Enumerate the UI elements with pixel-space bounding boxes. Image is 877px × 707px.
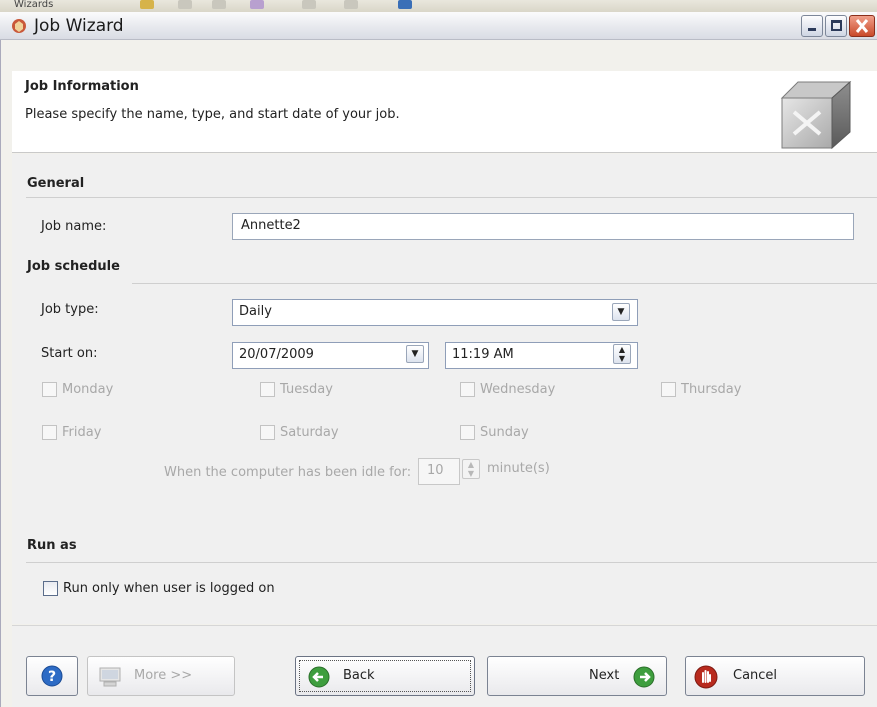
next-button[interactable]: Next xyxy=(487,656,667,696)
tuesday-checkbox[interactable] xyxy=(260,382,275,397)
run-as-section-title: Run as xyxy=(27,538,77,553)
saturday-label: Saturday xyxy=(280,425,339,440)
idle-spinner[interactable]: ▲ ▼ xyxy=(462,459,480,479)
sunday-label: Sunday xyxy=(480,425,529,440)
job-type-select[interactable]: Daily xyxy=(232,299,638,326)
chevron-down-icon[interactable]: ▼ xyxy=(612,303,630,321)
time-spinner[interactable]: ▲ ▼ xyxy=(613,344,631,364)
wednesday-checkbox[interactable] xyxy=(460,382,475,397)
thursday-checkbox[interactable] xyxy=(661,382,676,397)
toolbar-icon[interactable] xyxy=(140,0,154,9)
toolbar-icon[interactable] xyxy=(302,0,316,9)
friday-checkbox[interactable] xyxy=(42,425,57,440)
wizards-menu[interactable]: Wizards xyxy=(14,0,53,10)
toolbar-icon[interactable] xyxy=(178,0,192,9)
back-arrow-icon xyxy=(308,666,330,688)
job-type-value: Daily xyxy=(239,304,272,319)
toolbar-icon[interactable] xyxy=(398,0,412,9)
idle-minutes-input[interactable]: 10 xyxy=(418,458,460,485)
idle-unit-label: minute(s) xyxy=(487,461,550,476)
job-schedule-section-title: Job schedule xyxy=(27,259,120,274)
wizard-cube-icon xyxy=(12,19,26,33)
help-icon: ? xyxy=(41,665,63,687)
friday-label: Friday xyxy=(62,425,102,440)
next-button-label: Next xyxy=(589,668,620,683)
back-button[interactable]: Back xyxy=(295,656,475,696)
background-toolbar: Wizards xyxy=(0,0,877,12)
toolbar-icon[interactable] xyxy=(212,0,226,9)
back-button-label: Back xyxy=(343,668,375,683)
toolbar-icon[interactable] xyxy=(250,0,264,9)
start-date-value: 20/07/2009 xyxy=(239,347,314,362)
next-arrow-icon xyxy=(633,666,655,688)
stop-hand-icon xyxy=(694,665,718,689)
monday-label: Monday xyxy=(62,382,114,397)
close-icon xyxy=(855,19,869,33)
maximize-button[interactable] xyxy=(825,15,847,37)
section-divider xyxy=(26,197,877,198)
toolbar-icon[interactable] xyxy=(344,0,358,9)
window-title: Job Wizard xyxy=(34,16,124,36)
job-name-label: Job name: xyxy=(41,219,107,234)
more-button[interactable]: More >> xyxy=(87,656,235,696)
general-section-title: General xyxy=(27,176,85,191)
section-divider xyxy=(132,283,877,284)
cancel-button-label: Cancel xyxy=(733,668,778,683)
sunday-checkbox[interactable] xyxy=(460,425,475,440)
start-date-picker[interactable]: 20/07/2009 xyxy=(232,342,429,369)
logged-on-checkbox[interactable] xyxy=(43,581,58,596)
job-name-input[interactable]: Annette2 xyxy=(232,213,854,240)
chevron-down-icon[interactable]: ▼ xyxy=(406,345,424,363)
start-time-value: 11:19 AM xyxy=(452,347,514,362)
saturday-checkbox[interactable] xyxy=(260,425,275,440)
help-button[interactable]: ? xyxy=(26,656,78,696)
title-bar[interactable] xyxy=(0,12,877,40)
idle-label: When the computer has been idle for: xyxy=(164,465,412,480)
header-description: Please specify the name, type, and start… xyxy=(25,107,400,122)
monday-checkbox[interactable] xyxy=(42,382,57,397)
section-divider xyxy=(26,562,877,563)
computer-icon xyxy=(99,667,121,687)
start-time-input[interactable]: 11:19 AM xyxy=(445,342,638,369)
more-button-label: More >> xyxy=(134,668,193,683)
wednesday-label: Wednesday xyxy=(480,382,556,397)
tuesday-label: Tuesday xyxy=(280,382,333,397)
header-title: Job Information xyxy=(25,79,139,94)
close-button[interactable] xyxy=(849,15,875,37)
svg-text:?: ? xyxy=(48,669,56,685)
logged-on-label: Run only when user is logged on xyxy=(63,581,275,596)
thursday-label: Thursday xyxy=(681,382,742,397)
minimize-button[interactable] xyxy=(801,15,823,37)
cancel-button[interactable]: Cancel xyxy=(685,656,865,696)
job-cube-icon xyxy=(780,80,852,150)
job-type-label: Job type: xyxy=(41,302,99,317)
start-on-label: Start on: xyxy=(41,346,98,361)
